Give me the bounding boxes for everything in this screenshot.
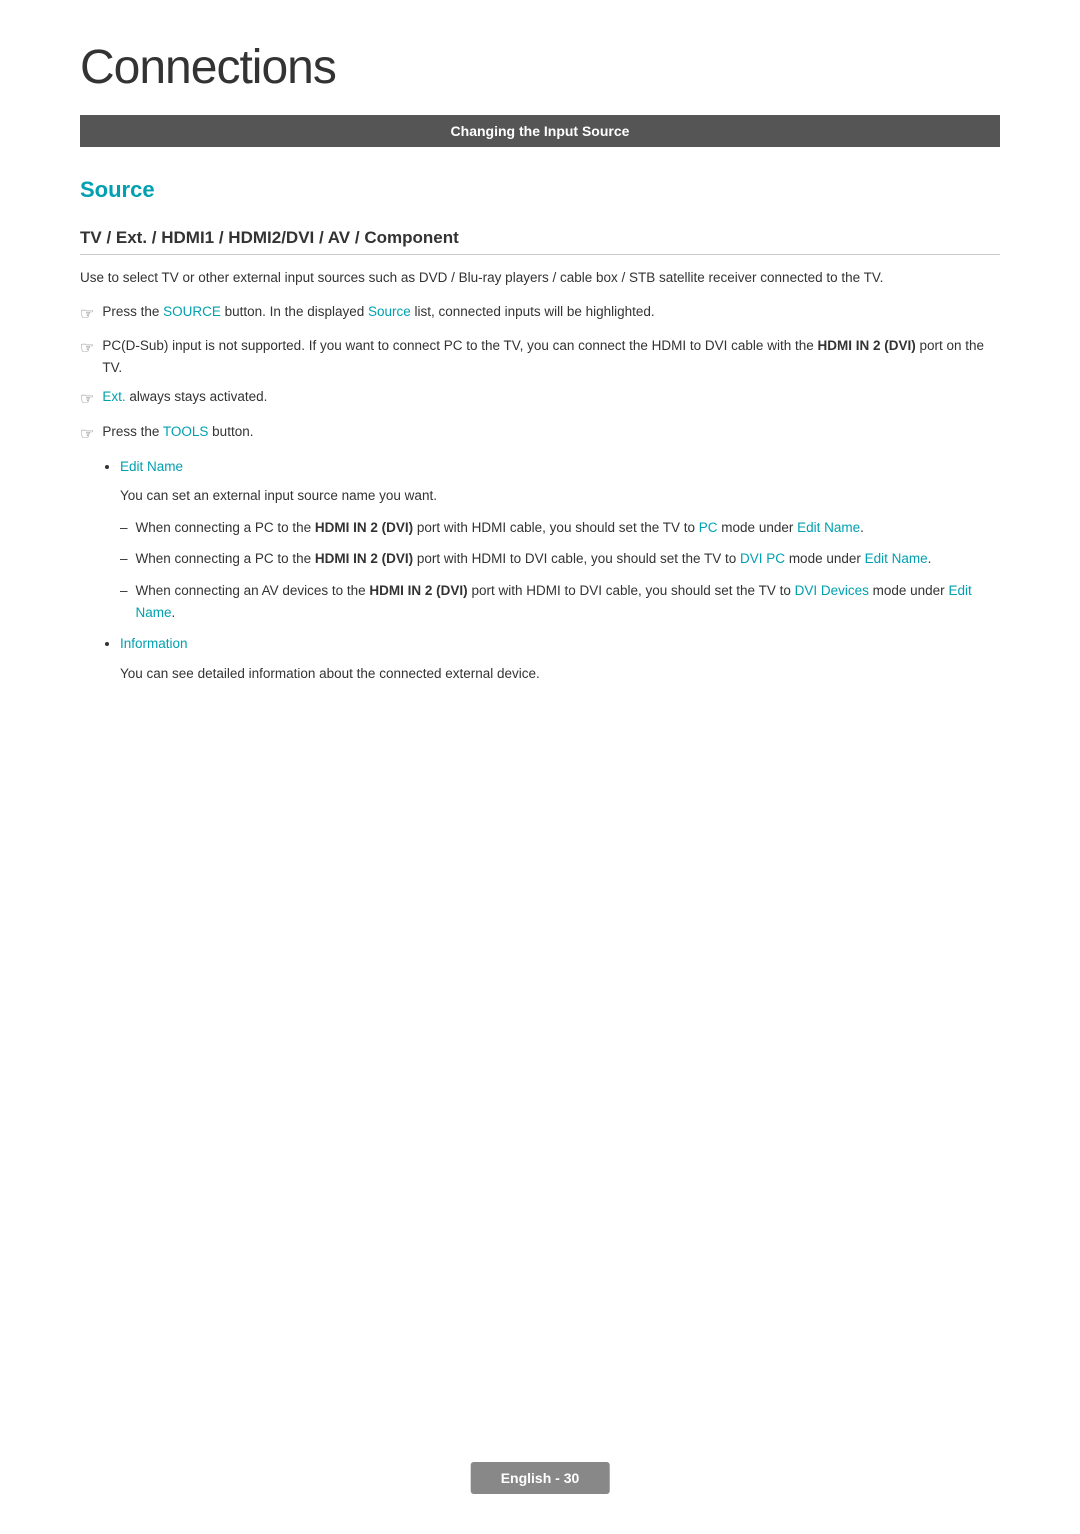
hdmi-bold-2: HDMI IN 2 (DVI) bbox=[315, 520, 413, 535]
dvi-devices-link: DVI Devices bbox=[795, 583, 869, 598]
note-item-3: ☞ Ext. always stays activated. bbox=[80, 386, 1000, 413]
edit-name-description: You can set an external input source nam… bbox=[120, 485, 1000, 507]
note-text-4: Press the TOOLS button. bbox=[102, 421, 1000, 443]
note-item-4: ☞ Press the TOOLS button. bbox=[80, 421, 1000, 448]
note-icon-2: ☞ bbox=[80, 336, 94, 362]
dash-content-2: When connecting a PC to the HDMI IN 2 (D… bbox=[136, 548, 1000, 570]
note-text-2: PC(D-Sub) input is not supported. If you… bbox=[102, 335, 1000, 378]
hdmi-bold-4: HDMI IN 2 (DVI) bbox=[369, 583, 467, 598]
hdmi-bold-1: HDMI IN 2 (DVI) bbox=[817, 338, 915, 353]
information-label: Information bbox=[120, 636, 188, 651]
edit-name-link-2: Edit Name bbox=[865, 551, 928, 566]
dash-symbol-1: – bbox=[120, 517, 128, 539]
source-link-1: SOURCE bbox=[163, 304, 221, 319]
tools-link: TOOLS bbox=[163, 424, 209, 439]
description-text: Use to select TV or other external input… bbox=[80, 267, 1000, 289]
note-icon-1: ☞ bbox=[80, 302, 94, 328]
edit-name-label: Edit Name bbox=[120, 459, 183, 474]
ext-link: Ext. bbox=[102, 389, 125, 404]
bullet-list-2: Information bbox=[120, 633, 1000, 655]
dash-symbol-3: – bbox=[120, 580, 128, 602]
dash-item-2: – When connecting a PC to the HDMI IN 2 … bbox=[120, 548, 1000, 570]
dvi-pc-link: DVI PC bbox=[740, 551, 785, 566]
footer-label: English - 30 bbox=[471, 1462, 610, 1494]
dash-symbol-2: – bbox=[120, 548, 128, 570]
note-text-1: Press the SOURCE button. In the displaye… bbox=[102, 301, 1000, 323]
page-title: Connections bbox=[80, 40, 1000, 95]
dash-content-3: When connecting an AV devices to the HDM… bbox=[136, 580, 1000, 623]
note-item-2: ☞ PC(D-Sub) input is not supported. If y… bbox=[80, 335, 1000, 378]
information-description: You can see detailed information about t… bbox=[120, 663, 1000, 685]
section-header: Changing the Input Source bbox=[80, 115, 1000, 147]
source-heading: Source bbox=[80, 177, 1000, 203]
dash-item-3: – When connecting an AV devices to the H… bbox=[120, 580, 1000, 623]
dash-content-1: When connecting a PC to the HDMI IN 2 (D… bbox=[136, 517, 1000, 539]
page-container: Connections Changing the Input Source So… bbox=[0, 0, 1080, 774]
bullet-list: Edit Name bbox=[120, 456, 1000, 478]
subsection-title: TV / Ext. / HDMI1 / HDMI2/DVI / AV / Com… bbox=[80, 228, 1000, 255]
bullet-item-edit-name: Edit Name bbox=[120, 456, 1000, 478]
edit-name-link-1: Edit Name bbox=[797, 520, 860, 535]
note-item-1: ☞ Press the SOURCE button. In the displa… bbox=[80, 301, 1000, 328]
source-link-2: Source bbox=[368, 304, 411, 319]
bullet-item-information: Information bbox=[120, 633, 1000, 655]
pc-link: PC bbox=[699, 520, 718, 535]
note-icon-4: ☞ bbox=[80, 422, 94, 448]
dash-item-1: – When connecting a PC to the HDMI IN 2 … bbox=[120, 517, 1000, 539]
note-text-3: Ext. always stays activated. bbox=[102, 386, 1000, 408]
note-icon-3: ☞ bbox=[80, 387, 94, 413]
hdmi-bold-3: HDMI IN 2 (DVI) bbox=[315, 551, 413, 566]
